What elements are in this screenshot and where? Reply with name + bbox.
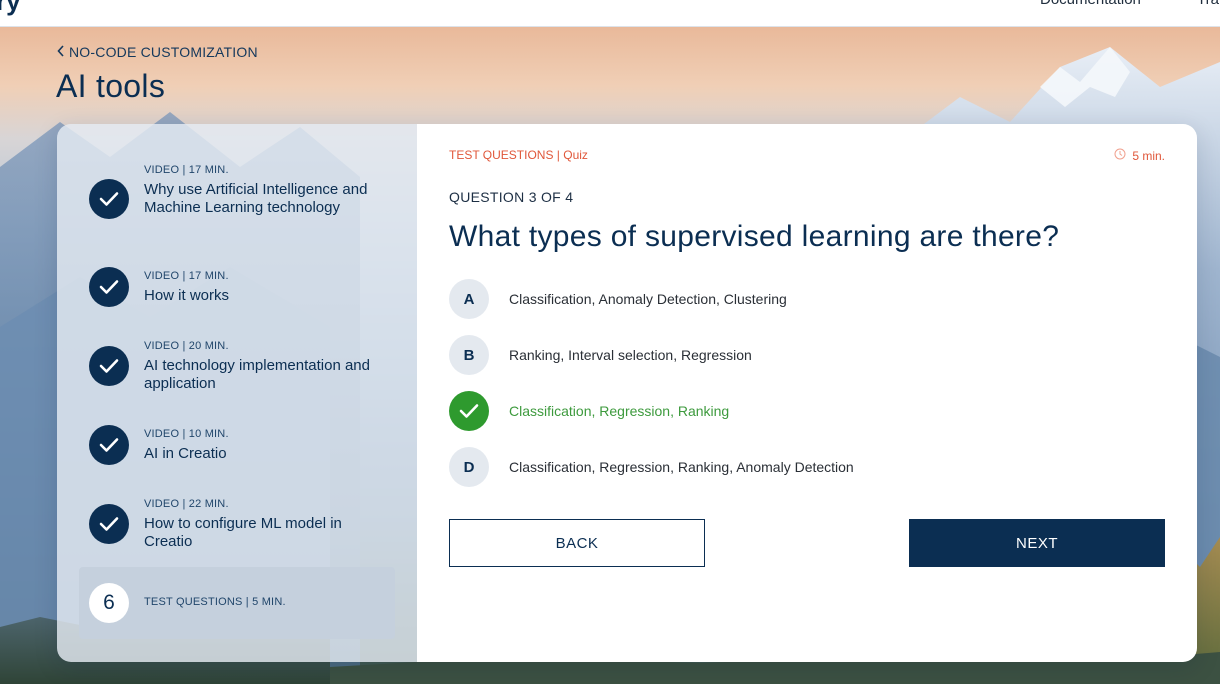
quiz-panel: TEST QUESTIONS | Quiz 5 min. QUESTION 3 … [417,124,1197,662]
option-letter: A [449,279,489,319]
answer-option-d[interactable]: D Classification, Regression, Ranking, A… [449,447,1149,487]
course-card: VIDEO | 17 MIN. Why use Artificial Intel… [57,124,1197,662]
lesson-sidebar: VIDEO | 17 MIN. Why use Artificial Intel… [57,124,417,662]
check-circle-icon [449,391,489,431]
check-circle-icon [89,267,129,307]
lesson-title: AI technology implementation and applica… [144,357,370,392]
answer-option-b[interactable]: B Ranking, Interval selection, Regressio… [449,335,1149,375]
lesson-item-5[interactable]: VIDEO | 22 MIN. How to configure ML mode… [57,495,417,555]
quiz-duration: 5 min. [1114,148,1165,163]
nav-link-documentation[interactable]: Documentation [1040,0,1141,8]
lesson-item-3[interactable]: VIDEO | 20 MIN. AI technology implementa… [57,337,417,397]
lesson-item-4[interactable]: VIDEO | 10 MIN. AI in Creatio [57,425,417,465]
clock-icon [1114,148,1126,163]
lesson-item-2[interactable]: VIDEO | 17 MIN. How it works [57,267,417,307]
question-text: What types of supervised learning are th… [449,220,1060,253]
lesson-meta: VIDEO | 17 MIN. [144,164,229,176]
check-circle-icon [89,179,129,219]
page-title: AI tools [56,68,166,104]
duration-text: 5 min. [1132,148,1165,163]
top-header: ry Documentation Tra [0,0,1220,27]
question-counter: QUESTION 3 OF 4 [449,189,574,205]
breadcrumb-label: NO-CODE CUSTOMIZATION [69,44,258,60]
answer-option-a[interactable]: A Classification, Anomaly Detection, Clu… [449,279,1149,319]
next-button[interactable]: NEXT [909,519,1165,567]
answer-option-c-selected[interactable]: Classification, Regression, Ranking [449,391,1149,431]
option-text: Classification, Regression, Ranking [509,403,730,419]
lesson-title: AI in Creatio [144,445,227,462]
lesson-title: How it works [144,287,230,304]
nav-link-training[interactable]: Tra [1197,0,1219,8]
logo[interactable]: ry [0,0,21,17]
check-circle-icon [89,346,129,386]
chevron-left-icon [57,44,65,60]
lesson-title: How to configure ML model in Creatio [144,515,342,550]
breadcrumb-back-link[interactable]: NO-CODE CUSTOMIZATION [57,44,258,60]
option-text: Classification, Regression, Ranking, Ano… [509,459,854,475]
lesson-item-6-active[interactable]: 6 TEST QUESTIONS | 5 MIN. [79,567,395,639]
lesson-meta: VIDEO | 10 MIN. [144,428,229,440]
lesson-number-badge: 6 [89,583,129,623]
check-circle-icon [89,504,129,544]
lesson-meta: TEST QUESTIONS | 5 MIN. [144,596,286,608]
lesson-meta: VIDEO | 22 MIN. [144,498,229,510]
lesson-meta: VIDEO | 17 MIN. [144,270,229,282]
lesson-meta: VIDEO | 20 MIN. [144,340,229,352]
option-text: Ranking, Interval selection, Regression [509,347,752,363]
lesson-item-1[interactable]: VIDEO | 17 MIN. Why use Artificial Intel… [57,160,417,232]
option-text: Classification, Anomaly Detection, Clust… [509,291,787,307]
option-letter: B [449,335,489,375]
back-button[interactable]: BACK [449,519,705,567]
quiz-type-label: TEST QUESTIONS | Quiz [449,148,588,162]
lesson-title: Why use Artificial Intelligence and Mach… [144,181,368,216]
check-circle-icon [89,425,129,465]
option-letter: D [449,447,489,487]
